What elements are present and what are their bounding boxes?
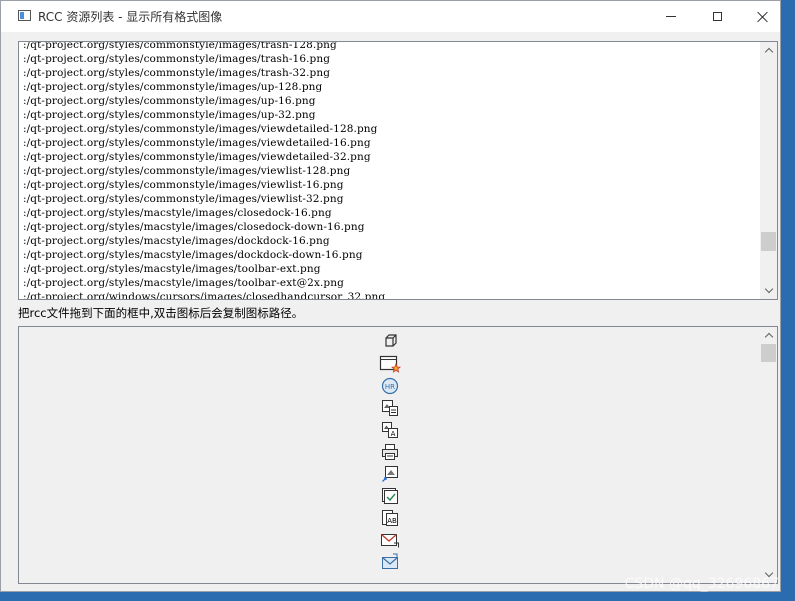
list-item[interactable]: :/qt-project.org/styles/macstyle/images/…	[23, 220, 759, 234]
list-item[interactable]: :/qt-project.org/styles/commonstyle/imag…	[23, 136, 759, 150]
list-item[interactable]: :/qt-project.org/styles/macstyle/images/…	[23, 234, 759, 248]
text-image-icon[interactable]: A	[379, 421, 401, 439]
scroll-up-button[interactable]	[760, 42, 777, 59]
list-item[interactable]: :/qt-project.org/styles/commonstyle/imag…	[23, 52, 759, 66]
list-item[interactable]: :/qt-project.org/styles/commonstyle/imag…	[23, 164, 759, 178]
resource-list-items: :/qt-project.org/styles/commonstyle/imag…	[23, 42, 759, 299]
resource-list-scrollbar[interactable]	[760, 42, 777, 299]
printer-icon[interactable]	[379, 443, 401, 461]
window-title: RCC 资源列表 - 显示所有格式图像	[38, 10, 223, 24]
list-item[interactable]: :/qt-project.org/styles/macstyle/images/…	[23, 262, 759, 276]
list-item[interactable]: :/qt-project.org/styles/commonstyle/imag…	[23, 150, 759, 164]
list-item[interactable]: :/qt-project.org/styles/commonstyle/imag…	[23, 42, 759, 52]
app-icon	[18, 10, 31, 21]
watermark: CSDN @qq_32696867	[624, 576, 779, 592]
list-item[interactable]: :/qt-project.org/windows/cursors/images/…	[23, 290, 759, 299]
close-icon	[757, 11, 769, 23]
list-item[interactable]: :/qt-project.org/styles/commonstyle/imag…	[23, 94, 759, 108]
icon-scroll-thumb[interactable]	[761, 344, 776, 362]
list-item[interactable]: :/qt-project.org/styles/commonstyle/imag…	[23, 122, 759, 136]
list-item[interactable]: :/qt-project.org/styles/macstyle/images/…	[23, 276, 759, 290]
icon-area-scrollbar[interactable]	[760, 327, 777, 583]
list-item[interactable]: :/qt-project.org/styles/macstyle/images/…	[23, 206, 759, 220]
hr-circle-icon[interactable]: HR	[379, 377, 401, 395]
chevron-up-icon	[764, 332, 773, 342]
list-item[interactable]: :/qt-project.org/styles/commonstyle/imag…	[23, 108, 759, 122]
list-item[interactable]: :/qt-project.org/styles/commonstyle/imag…	[23, 192, 759, 206]
list-item[interactable]: :/qt-project.org/styles/macstyle/images/…	[23, 248, 759, 262]
svg-text:AB: AB	[387, 517, 397, 525]
close-button[interactable]	[740, 1, 786, 32]
scroll-down-button[interactable]	[760, 282, 777, 299]
chevron-up-icon	[764, 47, 773, 57]
svg-text:A: A	[391, 430, 396, 438]
image-link-icon[interactable]	[379, 465, 401, 483]
minimize-icon	[666, 16, 676, 17]
scroll-thumb[interactable]	[761, 232, 776, 252]
window-star-icon[interactable]	[379, 355, 401, 373]
minimize-button[interactable]	[648, 1, 694, 32]
list-item[interactable]: :/qt-project.org/styles/commonstyle/imag…	[23, 66, 759, 80]
main-window: RCC 资源列表 - 显示所有格式图像 :/qt-project.org/sty…	[0, 0, 781, 592]
list-item[interactable]: :/qt-project.org/styles/commonstyle/imag…	[23, 80, 759, 94]
resource-list[interactable]: :/qt-project.org/styles/commonstyle/imag…	[18, 41, 778, 300]
ab-document-icon[interactable]: AB	[379, 509, 401, 527]
icon-scroll-up-button[interactable]	[760, 327, 777, 344]
list-item[interactable]: :/qt-project.org/styles/commonstyle/imag…	[23, 178, 759, 192]
maximize-button[interactable]	[694, 1, 740, 32]
chevron-down-icon	[764, 284, 773, 294]
cube-icon[interactable]	[379, 333, 401, 351]
icon-drop-area[interactable]: HR A AB	[18, 326, 778, 584]
image-document-icon[interactable]	[379, 399, 401, 417]
mail-envelope-icon[interactable]	[379, 531, 401, 549]
drop-hint-label: 把rcc文件拖到下面的框中,双击图标后会复制图标路径。	[18, 306, 304, 320]
svg-text:HR: HR	[385, 383, 395, 391]
mail-send-icon[interactable]	[379, 553, 401, 571]
maximize-icon	[712, 12, 722, 21]
title-bar[interactable]: RCC 资源列表 - 显示所有格式图像	[1, 1, 780, 32]
checkbox-icon[interactable]	[379, 487, 401, 505]
